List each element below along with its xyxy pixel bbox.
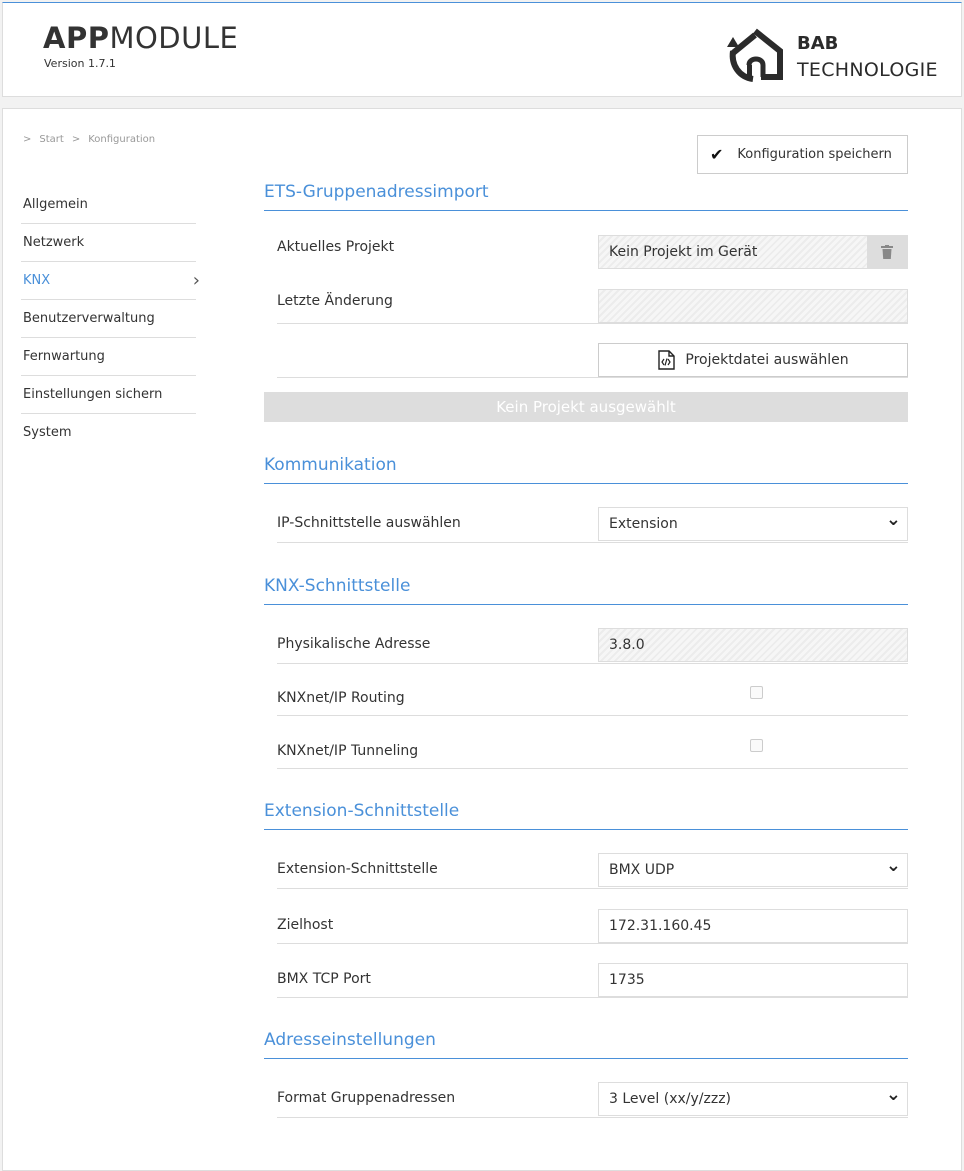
knxnet-routing-checkbox[interactable] bbox=[750, 686, 763, 699]
trash-icon[interactable] bbox=[867, 236, 907, 268]
group-address-format-label: Format Gruppenadressen bbox=[277, 1090, 456, 1106]
bmx-port-input[interactable]: 1735 bbox=[598, 963, 908, 997]
checkmark-icon: ✔ bbox=[710, 145, 724, 164]
row-knxnet-tunneling: KNXnet/IP Tunneling bbox=[277, 716, 908, 769]
save-configuration-button[interactable]: ✔ Konfiguration speichern bbox=[697, 135, 908, 174]
group-address-format-select[interactable]: 3 Level (xx/y/zzz) bbox=[598, 1079, 908, 1116]
current-project-label: Aktuelles Projekt bbox=[277, 239, 395, 255]
app-version: Version 1.7.1 bbox=[44, 57, 116, 70]
logo-text-technologie: TECHNOLOGIE bbox=[797, 59, 938, 81]
breadcrumb: > Start > Konfiguration bbox=[23, 134, 163, 145]
row-ip-interface: IP-Schnittstelle auswählen Extension bbox=[277, 504, 908, 543]
target-host-label: Zielhost bbox=[277, 917, 334, 933]
row-knxnet-routing: KNXnet/IP Routing bbox=[277, 664, 908, 716]
row-group-address-format: Format Gruppenadressen 3 Level (xx/y/zzz… bbox=[277, 1079, 908, 1118]
breadcrumb-separator: > bbox=[71, 134, 81, 145]
bab-logo: BAB TECHNOLOGIE bbox=[725, 25, 955, 85]
sidebar-item-fernwartung[interactable]: Fernwartung bbox=[21, 338, 196, 376]
sidebar-item-netzwerk[interactable]: Netzwerk bbox=[21, 224, 196, 262]
save-configuration-label: Konfiguration speichern bbox=[737, 147, 892, 162]
breadcrumb-start[interactable]: Start bbox=[39, 134, 63, 145]
bmx-port-label: BMX TCP Port bbox=[277, 971, 371, 987]
sidebar-item-allgemein[interactable]: Allgemein bbox=[21, 186, 196, 224]
app-title: APPMODULE bbox=[43, 21, 239, 55]
chevron-right-icon: › bbox=[192, 270, 200, 291]
knxnet-tunneling-label: KNXnet/IP Tunneling bbox=[277, 743, 419, 759]
section-title-knx-interface: KNX-Schnittstelle bbox=[264, 576, 908, 605]
house-refresh-logo-icon bbox=[727, 28, 783, 82]
logo-text-bab: BAB bbox=[797, 33, 839, 54]
section-title-ets: ETS-Gruppenadressimport bbox=[264, 182, 908, 211]
select-project-file-label: Projektdatei auswählen bbox=[685, 352, 849, 368]
row-target-host: Zielhost 172.31.160.45 bbox=[277, 909, 908, 944]
row-bmx-port: BMX TCP Port 1735 bbox=[277, 963, 908, 998]
extension-interface-label: Extension-Schnittstelle bbox=[277, 861, 438, 877]
extension-interface-select[interactable]: BMX UDP bbox=[598, 850, 908, 887]
last-change-label: Letzte Änderung bbox=[277, 293, 393, 309]
target-host-input[interactable]: 172.31.160.45 bbox=[598, 909, 908, 943]
upload-project-button[interactable]: Kein Projekt ausgewählt bbox=[264, 392, 908, 422]
sidebar-item-system[interactable]: System bbox=[21, 414, 196, 452]
sidebar-item-knx[interactable]: KNX › bbox=[21, 262, 200, 300]
knxnet-routing-label: KNXnet/IP Routing bbox=[277, 690, 405, 706]
sidebar-nav: Allgemein Netzwerk KNX › Benutzerverwaltu… bbox=[21, 186, 200, 452]
section-title-communication: Kommunikation bbox=[264, 455, 908, 484]
code-file-icon bbox=[658, 350, 676, 370]
current-project-value: Kein Projekt im Gerät bbox=[609, 244, 758, 260]
last-change-field bbox=[598, 289, 908, 323]
physical-address-field: 3.8.0 bbox=[598, 628, 908, 662]
section-title-address-settings: Adresseinstellungen bbox=[264, 1030, 908, 1059]
breadcrumb-configuration[interactable]: Konfiguration bbox=[88, 134, 155, 145]
app-header: APPMODULE Version 1.7.1 BAB TECHNOLOGIE bbox=[2, 2, 962, 97]
row-extension-interface: Extension-Schnittstelle BMX UDP bbox=[277, 850, 908, 889]
physical-address-label: Physikalische Adresse bbox=[277, 636, 431, 652]
ip-interface-select[interactable]: Extension bbox=[598, 504, 908, 541]
row-physical-address: Physikalische Adresse 3.8.0 bbox=[277, 628, 908, 664]
knxnet-tunneling-checkbox[interactable] bbox=[750, 739, 763, 752]
breadcrumb-separator: > bbox=[23, 134, 32, 145]
section-title-extension-interface: Extension-Schnittstelle bbox=[264, 801, 908, 830]
current-project-field: Kein Projekt im Gerät bbox=[598, 235, 908, 269]
select-project-file-button[interactable]: Projektdatei auswählen bbox=[598, 343, 908, 377]
ip-interface-label: IP-Schnittstelle auswählen bbox=[277, 515, 461, 531]
sidebar-item-einstellungen-sichern[interactable]: Einstellungen sichern bbox=[21, 376, 196, 414]
sidebar-item-benutzerverwaltung[interactable]: Benutzerverwaltung bbox=[21, 300, 196, 338]
main-panel: > Start > Konfiguration Allgemein Netzwerk … bbox=[2, 108, 962, 1171]
